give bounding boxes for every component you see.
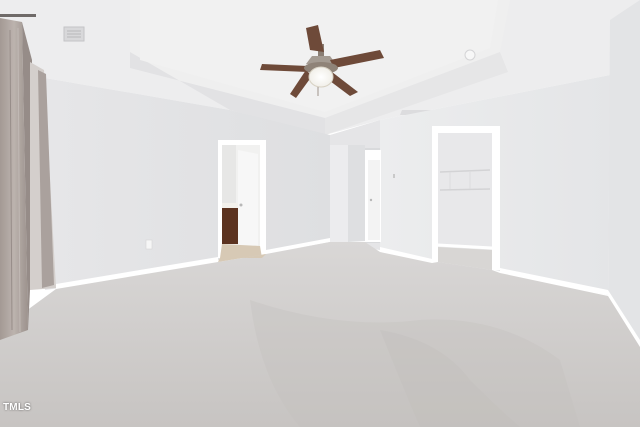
- bathroom-door: [238, 150, 258, 252]
- right-side-wall: [608, 0, 640, 345]
- room-photo: TMLS: [0, 0, 640, 427]
- hallway-door: [365, 150, 381, 242]
- bathroom-doorway: [218, 140, 266, 258]
- smoke-detector: [464, 49, 476, 61]
- wall-outlet: [145, 239, 153, 250]
- room-illustration: [0, 0, 640, 427]
- light-switch: [393, 174, 395, 178]
- fan-light-globe: [308, 66, 334, 88]
- curtain-rod: [0, 14, 36, 17]
- closet-doorway: [432, 126, 500, 270]
- watermark: TMLS: [3, 402, 32, 413]
- vanity-cabinet: [222, 207, 238, 244]
